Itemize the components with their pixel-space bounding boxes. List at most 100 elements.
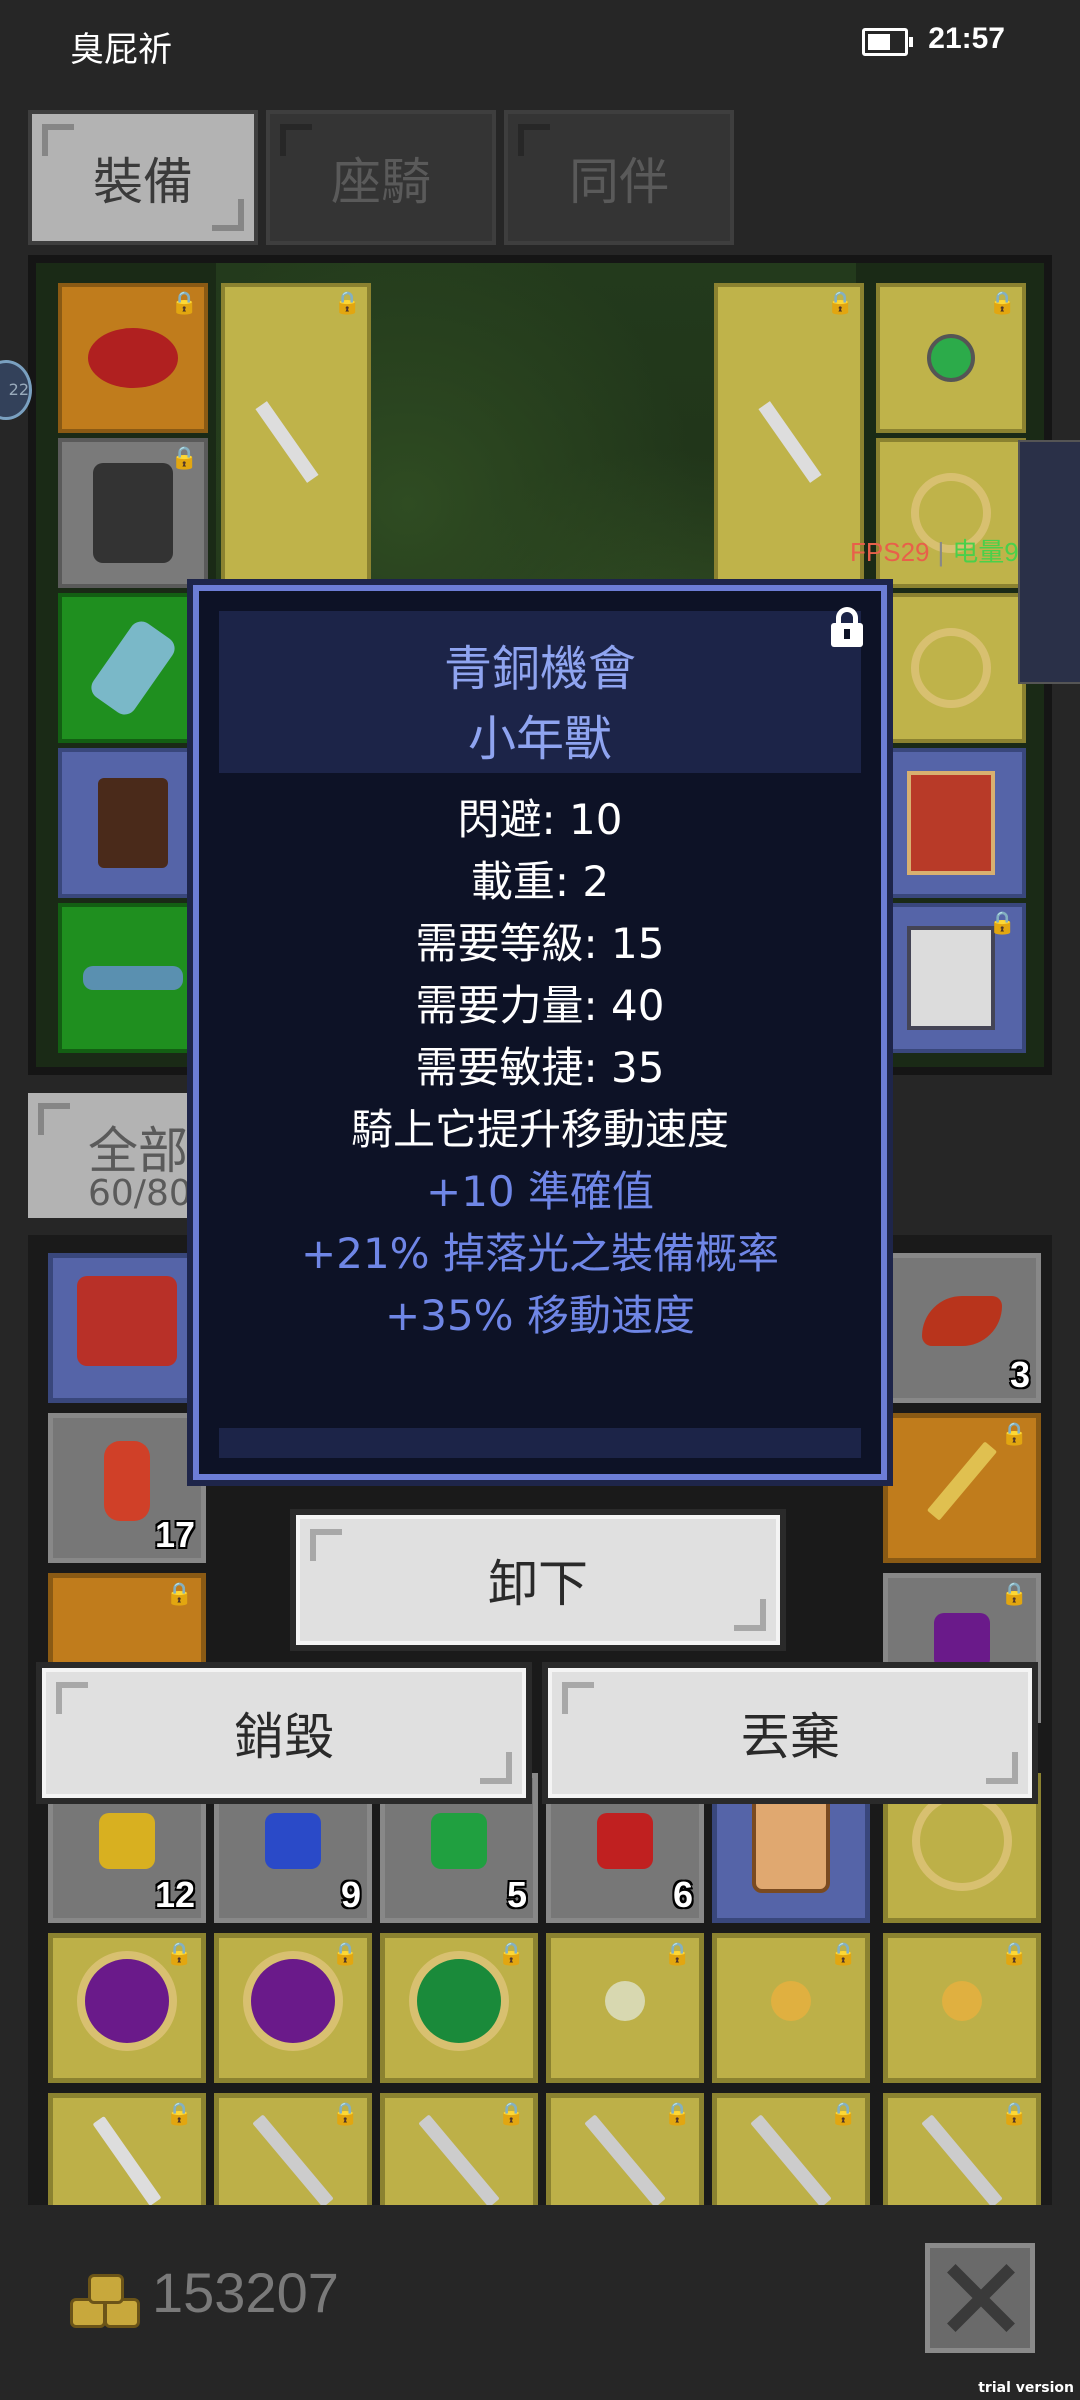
lock-icon: 🔒 — [331, 1942, 359, 1967]
emerald-ring-icon — [409, 1951, 509, 2051]
helmet-icon — [88, 328, 178, 388]
helmet-slot[interactable]: 🔒 — [58, 283, 208, 433]
gem-icon — [934, 1613, 990, 1669]
inventory-slot[interactable]: 🔒 — [712, 2093, 870, 2205]
item-title: 青銅機會 — [443, 641, 636, 697]
leaf-icon — [922, 1296, 1002, 1346]
item-count: 17 — [154, 1514, 195, 1555]
emerald-icon — [431, 1813, 487, 1869]
inventory-slot[interactable]: 🔒 — [214, 1933, 372, 2083]
inventory-slot[interactable]: 🔒 — [883, 1413, 1041, 1563]
inventory-slot[interactable]: 🔒 — [214, 2093, 372, 2205]
discard-label: 丟棄 — [740, 1708, 840, 1766]
ring-slot-2[interactable] — [876, 593, 1026, 743]
book-slot-1[interactable] — [876, 748, 1026, 898]
inventory-slot[interactable]: 🔒 — [48, 1933, 206, 2083]
lock-icon: 🔒 — [165, 2102, 193, 2127]
stat-line: 需要敏捷: 35 — [415, 1043, 665, 1092]
item-count: 12 — [154, 1874, 195, 1915]
tab-companion[interactable]: 同伴 — [504, 110, 734, 245]
destroy-label: 銷毀 — [234, 1708, 334, 1766]
destroy-button[interactable]: 銷毀 — [42, 1668, 526, 1798]
potion-icon — [104, 1441, 150, 1521]
boots-slot[interactable] — [58, 748, 208, 898]
book-icon — [907, 771, 995, 875]
tab-equipment-label: 裝備 — [93, 152, 193, 211]
inventory-slot[interactable]: 🔒 — [883, 1933, 1041, 2083]
lock-icon: 🔒 — [1000, 1422, 1028, 1447]
dagger-icon — [92, 2116, 162, 2205]
necklace-slot[interactable]: 🔒 — [876, 283, 1026, 433]
stat-line: 需要力量: 40 — [415, 981, 665, 1030]
bonus-line: +10 準確值 — [426, 1167, 654, 1216]
tab-mount[interactable]: 座騎 — [266, 110, 496, 245]
amber-necklace-icon — [942, 1981, 982, 2021]
book-slot-2[interactable]: 🔒 — [876, 903, 1026, 1053]
lock-icon: 🔒 — [170, 446, 198, 471]
inventory-slot[interactable]: 🔒 — [48, 2093, 206, 2205]
gloves-slot[interactable] — [58, 593, 208, 743]
tab-equipment[interactable]: 裝備 — [28, 110, 258, 245]
inventory-slot[interactable]: 🔒 — [883, 2093, 1041, 2205]
item-subtitle: 小年獸 — [467, 711, 612, 767]
inventory-slot[interactable]: 🔒 — [712, 1933, 870, 2083]
weapon-slot-right[interactable]: 🔒 — [714, 283, 864, 583]
power-value: 电量9 — [952, 537, 1019, 567]
item-count: 9 — [340, 1874, 361, 1915]
weapon-slot-left[interactable]: 🔒 — [221, 283, 371, 583]
sword-icon — [418, 2114, 500, 2205]
item-tooltip: 青銅機會 小年獸 閃避: 10 載重: 2 需要等級: 15 需要力量: 40 … — [187, 579, 893, 1486]
inventory-slot[interactable]: 3 — [883, 1253, 1041, 1403]
close-button[interactable] — [925, 2243, 1035, 2353]
lock-icon: 🔒 — [497, 1942, 525, 1967]
lock-icon: 🔒 — [333, 291, 361, 316]
item-count: 3 — [1009, 1354, 1030, 1395]
fps-overlay: FPS29 | 电量9 — [850, 537, 1019, 567]
bonus-line: +35% 移動速度 — [385, 1291, 695, 1340]
scroll-icon — [752, 1789, 830, 1893]
sword-icon — [750, 2114, 832, 2205]
topaz-icon — [99, 1813, 155, 1869]
lock-icon: 🔒 — [170, 291, 198, 316]
necklace-icon — [927, 334, 975, 382]
inventory-slot[interactable] — [48, 1253, 206, 1403]
boots-icon — [98, 778, 168, 868]
lock-icon: 🔒 — [988, 291, 1016, 316]
belt-icon — [83, 966, 183, 990]
lock-icon: 🔒 — [663, 2102, 691, 2127]
side-badge-count: 22 — [8, 380, 29, 399]
item-count: 5 — [506, 1874, 527, 1915]
lock-icon: 🔒 — [829, 1942, 857, 1967]
belt-slot[interactable] — [58, 903, 208, 1053]
ring-icon — [911, 628, 991, 708]
unequip-label: 卸下 — [488, 1555, 588, 1613]
stat-line: 閃避: 10 — [457, 795, 623, 844]
inventory-slot[interactable]: 🔒 — [380, 2093, 538, 2205]
bonus-line: +21% 掉落光之裝備概率 — [301, 1229, 779, 1278]
tab-mount-label: 座騎 — [331, 152, 431, 211]
lock-icon: 🔒 — [165, 1582, 193, 1607]
unequip-button[interactable]: 卸下 — [296, 1515, 780, 1645]
lock-icon: 🔒 — [1000, 2102, 1028, 2127]
ring-icon — [912, 1791, 1012, 1891]
lock-icon: 🔒 — [663, 1942, 691, 1967]
inventory-slot[interactable]: 🔒 — [380, 1933, 538, 2083]
sword-icon — [252, 2114, 334, 2205]
lock-icon: 🔒 — [1000, 1942, 1028, 1967]
lock-icon: 🔒 — [829, 2102, 857, 2127]
dagger-icon — [255, 401, 319, 483]
side-floating-window[interactable] — [1018, 440, 1080, 684]
inventory-slot[interactable]: 17 — [48, 1413, 206, 1563]
lock-icon: 🔒 — [331, 2102, 359, 2127]
armor-slot[interactable]: 🔒 — [58, 438, 208, 588]
stat-line: 需要等級: 15 — [415, 919, 665, 968]
lock-icon: 🔒 — [497, 2102, 525, 2127]
inventory-slot[interactable]: 🔒 — [546, 1933, 704, 2083]
tab-companion-label: 同伴 — [569, 152, 669, 211]
stat-line: 騎上它提升移動速度 — [350, 1105, 729, 1154]
item-count: 6 — [672, 1874, 693, 1915]
mount-item-icon — [77, 1276, 177, 1366]
amethyst-ring-icon — [77, 1951, 177, 2051]
discard-button[interactable]: 丟棄 — [548, 1668, 1032, 1798]
inventory-slot[interactable]: 🔒 — [546, 2093, 704, 2205]
